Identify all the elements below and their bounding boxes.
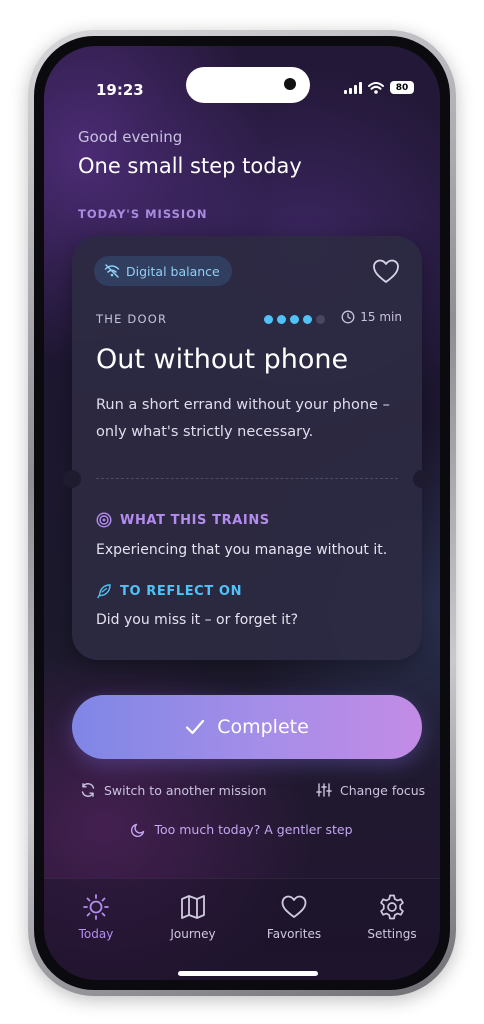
difficulty-dot-filled (303, 315, 312, 324)
tab-bar: Today Journey Favorites Settings (44, 878, 440, 980)
tab-today[interactable]: Today (56, 893, 136, 941)
sun-icon (83, 894, 109, 920)
map-icon (181, 895, 205, 919)
trains-text: Experiencing that you manage without it. (96, 542, 388, 558)
checkmark-icon (186, 719, 205, 735)
moon-icon (131, 823, 145, 837)
reflect-heading: TO REFLECT ON (96, 583, 242, 599)
tab-favorites-label: Favorites (266, 927, 322, 941)
difficulty-dots (264, 315, 325, 324)
camera-dot (284, 78, 296, 90)
difficulty-dot-filled (277, 315, 286, 324)
reflect-text: Did you miss it – or forget it? (96, 612, 299, 628)
mission-category: THE DOOR (96, 312, 168, 326)
gentler-step-label: Too much today? A gentler step (154, 822, 353, 837)
difficulty-dot-filled (264, 315, 273, 324)
target-icon (96, 512, 112, 528)
switch-mission-label: Switch to another mission (104, 782, 267, 798)
app-screen: 19:23 80 Good evening One small step tod… (44, 46, 440, 980)
duration: 15 min (341, 310, 402, 324)
switch-mission-button[interactable]: Switch to another mission (80, 782, 266, 798)
reflect-heading-label: TO REFLECT ON (120, 583, 243, 599)
sliders-icon (316, 783, 332, 797)
change-focus-button[interactable]: Change focus (316, 782, 425, 798)
trains-heading-label: WHAT THIS TRAINS (120, 512, 270, 528)
change-focus-label: Change focus (340, 782, 426, 798)
section-label: TODAY'S MISSION (78, 207, 208, 221)
difficulty-dot-empty (316, 315, 325, 324)
tab-settings-label: Settings (367, 927, 417, 941)
phone-frame: 19:23 80 Good evening One small step tod… (28, 30, 456, 996)
status-time: 19:23 (96, 81, 144, 99)
complete-label: Complete (217, 716, 309, 738)
gentler-step-button[interactable]: Too much today? A gentler step (44, 822, 440, 837)
battery-icon: 80 (390, 81, 414, 94)
mission-description: Run a short errand without your phone – … (96, 397, 390, 440)
heart-icon (281, 895, 307, 918)
tab-settings[interactable]: Settings (352, 893, 432, 941)
tab-favorites[interactable]: Favorites (254, 893, 334, 941)
duration-label: 15 min (360, 310, 402, 324)
tab-journey[interactable]: Journey (153, 893, 233, 941)
clock-icon (341, 310, 355, 324)
favorite-heart-icon[interactable] (372, 258, 400, 284)
card-divider (96, 478, 398, 479)
status-icons: 80 (344, 81, 414, 94)
tab-today-label: Today (78, 927, 114, 941)
category-chip: Digital balance (94, 256, 232, 286)
mission-card: Digital balance THE DOOR 15 min Out with… (63, 236, 431, 660)
home-indicator (178, 971, 318, 976)
page-title: One small step today (78, 154, 302, 178)
mission-title: Out without phone (96, 344, 349, 375)
complete-button[interactable]: Complete (72, 695, 422, 759)
card-notch-right (413, 470, 431, 488)
tab-journey-label: Journey (170, 927, 216, 941)
gear-icon (380, 894, 404, 920)
refresh-icon (81, 783, 95, 797)
signal-icon (344, 81, 362, 94)
feather-icon (97, 584, 111, 599)
difficulty-dot-filled (290, 315, 299, 324)
no-wifi-icon (104, 264, 120, 278)
trains-heading: WHAT THIS TRAINS (96, 512, 270, 528)
dynamic-island (186, 67, 310, 103)
card-notch-left (63, 470, 81, 488)
greeting: Good evening (78, 128, 183, 146)
wifi-icon (368, 81, 384, 94)
phone-bezel: 19:23 80 Good evening One small step tod… (34, 36, 450, 990)
chip-label: Digital balance (126, 263, 220, 279)
